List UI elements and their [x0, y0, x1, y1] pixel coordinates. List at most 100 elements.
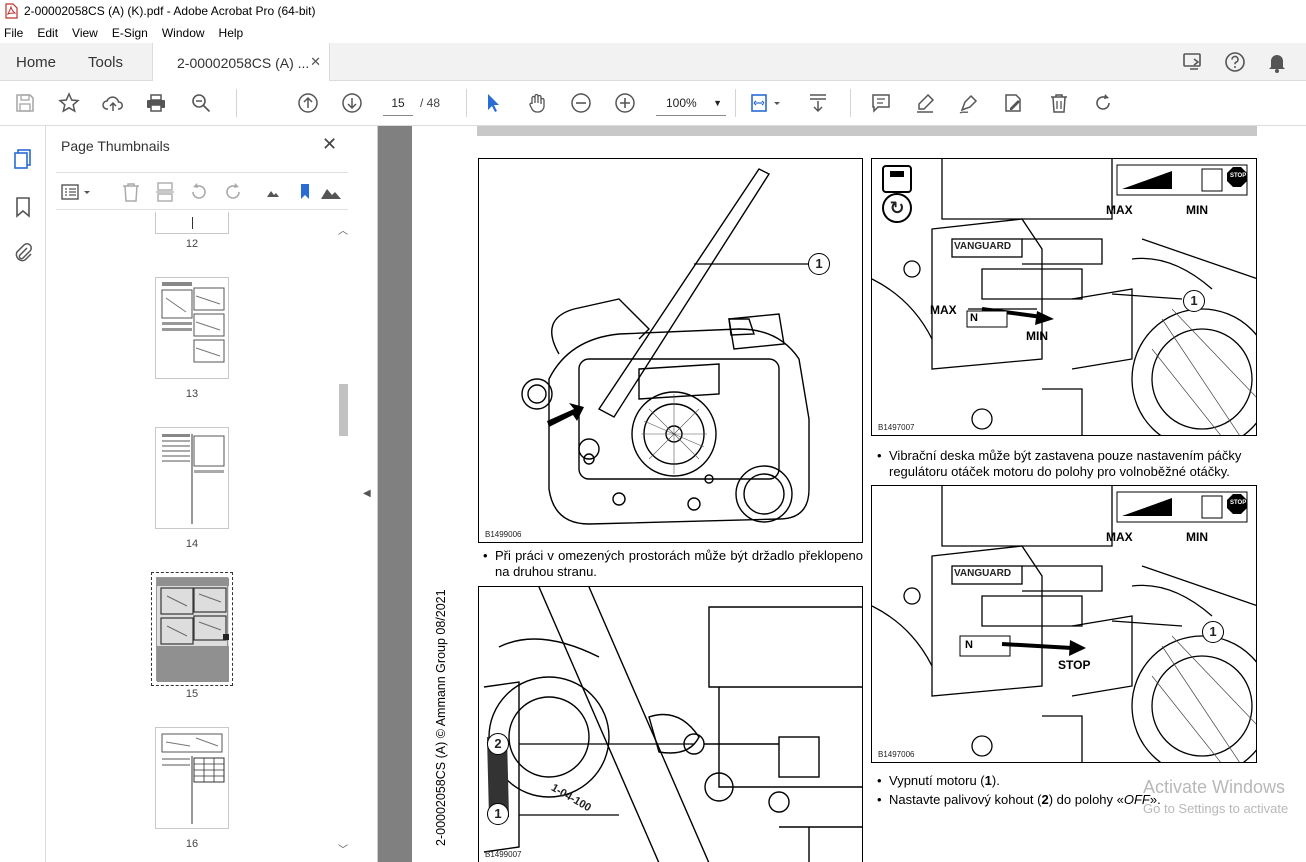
- page-fit-icon[interactable]: [748, 91, 784, 115]
- plate-compactor-illustration: [521, 168, 810, 525]
- rotate-clockwise-icon[interactable]: [222, 181, 244, 203]
- menu-view[interactable]: View: [72, 26, 98, 40]
- scrollbar-thumb[interactable]: [339, 384, 348, 436]
- min-label: MIN: [1186, 530, 1208, 544]
- upload-cloud-icon[interactable]: [100, 91, 126, 115]
- menu-help[interactable]: Help: [219, 26, 244, 40]
- extract-page-icon[interactable]: [154, 181, 176, 203]
- activate-windows-title: Activate Windows: [1143, 777, 1286, 797]
- menu-window[interactable]: Window: [162, 26, 205, 40]
- delete-page-icon[interactable]: [120, 181, 142, 203]
- brand-label: VANGUARD: [954, 568, 1012, 579]
- left-navigation-rail: [0, 126, 46, 862]
- page-thumbnails-panel: Page Thumbnails ✕ 12 13 14 15 16 ︿ ﹀: [46, 126, 354, 862]
- print-icon[interactable]: [143, 91, 169, 115]
- caption-text: Nastavte palivový kohout (: [889, 792, 1042, 807]
- thumbnail-tools: [56, 172, 348, 210]
- scroll-up-icon[interactable]: ︿: [338, 222, 348, 237]
- previous-page-icon[interactable]: [295, 91, 321, 115]
- tab-document[interactable]: 2-00002058CS (A) ... ✕: [152, 43, 330, 82]
- caption-text: ) do polohy «: [1048, 792, 1124, 807]
- tab-bar: Home Tools 2-00002058CS (A) ... ✕: [0, 43, 1306, 82]
- toolbar-separator: [735, 89, 736, 117]
- delete-trash-icon[interactable]: [1046, 91, 1072, 115]
- small-thumbnails-icon[interactable]: [262, 181, 284, 203]
- save-icon[interactable]: [12, 91, 38, 115]
- bookmarks-icon[interactable]: [12, 196, 34, 218]
- share-screen-icon[interactable]: [1182, 51, 1204, 73]
- figure-code: B1499006: [485, 530, 522, 539]
- main-toolbar: [0, 81, 1306, 126]
- zoom-value: 100%: [666, 96, 697, 110]
- thumbnail-page[interactable]: [155, 427, 229, 529]
- thumbnail-page[interactable]: [155, 277, 229, 379]
- hand-pan-icon[interactable]: [524, 91, 550, 115]
- max-label: MAX: [1106, 530, 1133, 544]
- bookmark-star-icon[interactable]: [56, 91, 82, 115]
- page-thumbnails-icon[interactable]: [12, 148, 34, 170]
- rotate-counterclockwise-icon[interactable]: [188, 181, 210, 203]
- next-page-icon[interactable]: [339, 91, 365, 115]
- figure-plate-compactor: 1 B1499006: [478, 158, 863, 543]
- figure-code: B1497006: [878, 750, 915, 759]
- n-label: N: [970, 312, 978, 324]
- arrow-max-label: MAX: [930, 303, 957, 317]
- figure-throttle-min: MAX MIN MAX MIN N VANGUARD ON STOP 1 ↻ B…: [871, 158, 1257, 436]
- thumbnail-label: 15: [185, 688, 199, 700]
- thumbnail-page[interactable]: [155, 727, 229, 829]
- zoom-out-icon[interactable]: [568, 91, 594, 115]
- thumbnail-scrollbar[interactable]: ︿ ﹀: [336, 222, 350, 856]
- rotate-redo-icon[interactable]: [1090, 91, 1116, 115]
- scroll-down-icon[interactable]: ﹀: [338, 841, 348, 856]
- sign-pen-icon[interactable]: [956, 91, 982, 115]
- menu-bar: File Edit View E-Sign Window Help: [0, 22, 1306, 43]
- page-number-input[interactable]: 15: [383, 90, 413, 116]
- thumbnail-list: 12 13 14 15 16: [56, 212, 336, 860]
- bookmark-marker-icon[interactable]: [294, 181, 316, 203]
- thumbnail-label: 16: [185, 838, 199, 850]
- tab-document-label: 2-00002058CS (A) ...: [177, 54, 310, 71]
- tab-tools[interactable]: Tools: [88, 43, 123, 81]
- thumbnail-label: 12: [185, 238, 199, 250]
- caption-text: Vypnutí motoru (: [889, 773, 985, 788]
- thumbnail-options-icon[interactable]: [60, 181, 94, 203]
- menu-file[interactable]: File: [4, 26, 23, 40]
- on-label: ON: [1150, 185, 1159, 191]
- figure-fuel-valve: 2 1 1-04-100 B1499007: [478, 586, 863, 862]
- scroll-mode-icon[interactable]: [805, 91, 831, 115]
- menu-edit[interactable]: Edit: [37, 26, 58, 40]
- bullet: •: [483, 548, 488, 563]
- callout-marker: 1: [487, 803, 509, 825]
- thumbnail-page-selected[interactable]: [151, 572, 233, 686]
- menu-esign[interactable]: E-Sign: [112, 26, 148, 40]
- collapse-panel-icon[interactable]: ◀: [363, 488, 371, 499]
- edit-pdf-icon[interactable]: [1000, 91, 1026, 115]
- caption-ref: 2: [1041, 792, 1049, 807]
- help-icon[interactable]: [1224, 51, 1246, 73]
- caption-text: Při práci v omezených prostorách může bý…: [495, 548, 863, 579]
- header-right-icons: [1182, 51, 1288, 73]
- tab-home[interactable]: Home: [16, 43, 56, 81]
- stop-label: STOP: [1230, 500, 1247, 506]
- arrow-min-label: MIN: [1026, 329, 1048, 343]
- notifications-bell-icon[interactable]: [1266, 51, 1288, 73]
- acrobat-pdf-icon: [5, 3, 18, 19]
- zoom-in-icon[interactable]: [612, 91, 638, 115]
- min-label: MIN: [1186, 203, 1208, 217]
- stop-label: STOP: [1230, 173, 1247, 179]
- toolbar-separator: [236, 89, 237, 117]
- large-thumbnails-icon[interactable]: [320, 181, 342, 203]
- attachments-paperclip-icon[interactable]: [12, 242, 34, 264]
- document-view[interactable]: 2-00002058CS (A) © Ammann Group 08/2021: [378, 126, 1306, 862]
- zoom-search-icon[interactable]: [188, 91, 214, 115]
- panel-splitter[interactable]: ◀: [354, 126, 378, 862]
- comment-icon[interactable]: [868, 91, 894, 115]
- highlight-pen-icon[interactable]: [912, 91, 938, 115]
- close-panel-icon[interactable]: ✕: [322, 134, 337, 155]
- zoom-select[interactable]: 100% ▼: [656, 90, 726, 116]
- select-cursor-icon[interactable]: [480, 91, 506, 115]
- bullet: •: [877, 773, 882, 788]
- thumbnail-page[interactable]: [155, 212, 229, 234]
- page-total: / 48: [420, 96, 441, 110]
- close-tab-icon[interactable]: ✕: [310, 54, 321, 70]
